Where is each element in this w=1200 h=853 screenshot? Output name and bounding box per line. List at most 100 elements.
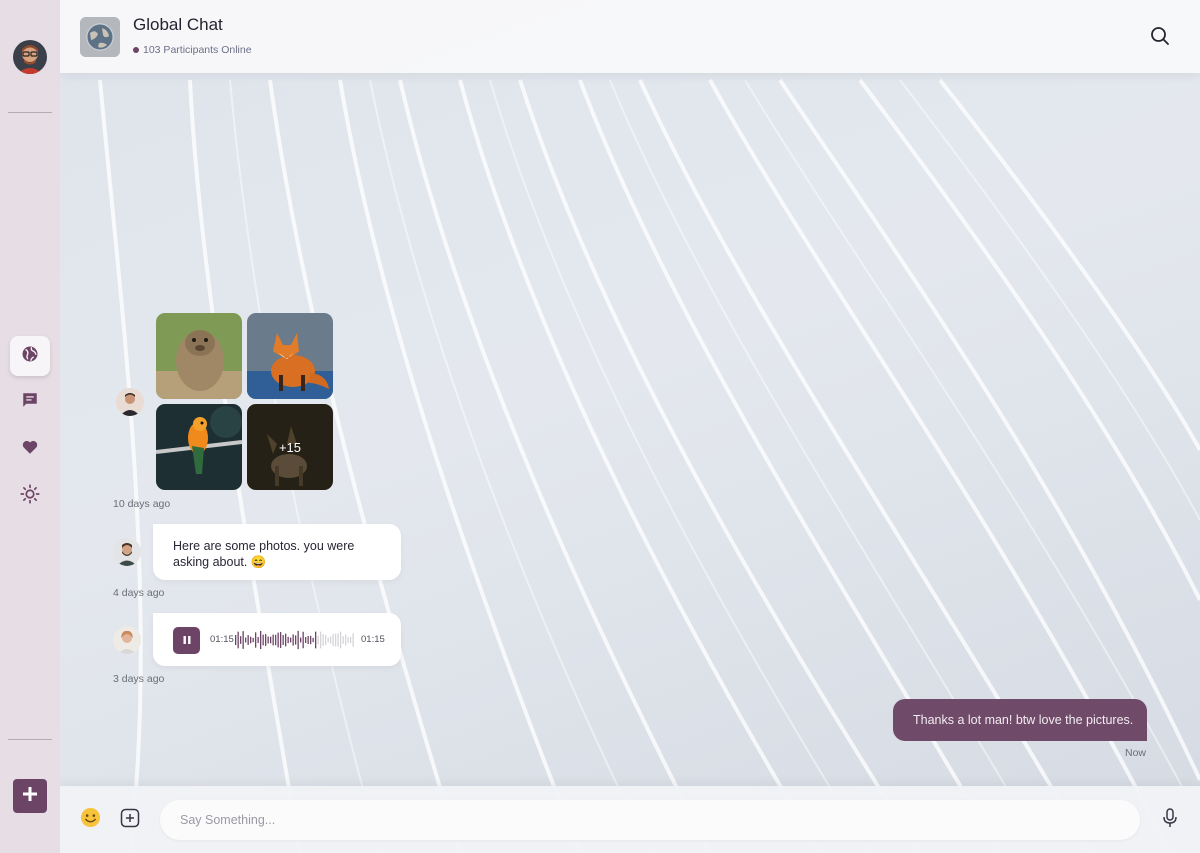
- participants-count: 103 Participants Online: [143, 44, 252, 56]
- waveform-bar: [300, 637, 302, 643]
- waveform-bar: [317, 635, 319, 645]
- more-photos-count: +15: [278, 439, 302, 455]
- chat-title: Global Chat: [133, 15, 223, 34]
- waveform-bar: [270, 636, 272, 644]
- waveform-bar: [292, 634, 294, 646]
- waveform-bar: [285, 633, 287, 647]
- pause-icon: [182, 632, 192, 650]
- waveform-bar: [267, 636, 269, 644]
- waveform-bar: [252, 637, 254, 643]
- photo-more[interactable]: +15: [247, 404, 333, 490]
- nav-theme[interactable]: [10, 476, 50, 516]
- plus-icon: [22, 786, 38, 807]
- audio-waveform[interactable]: [235, 628, 355, 652]
- waveform-bar: [290, 637, 292, 643]
- emoji-button[interactable]: [79, 807, 101, 833]
- waveform-bar: [255, 632, 257, 648]
- sidebar: [0, 0, 60, 853]
- waveform-bar: [325, 635, 327, 645]
- pause-button[interactable]: [173, 627, 200, 654]
- waveform-bar: [335, 633, 337, 647]
- message-time: 3 days ago: [113, 673, 165, 685]
- search-icon: [1150, 27, 1170, 50]
- waveform-bar: [310, 635, 312, 645]
- add-attachment-icon: [120, 808, 140, 833]
- sender-avatar[interactable]: [113, 626, 141, 654]
- own-message-text: Thanks a lot man! btw love the pictures.: [913, 713, 1134, 727]
- group-avatar[interactable]: [80, 17, 120, 57]
- search-button[interactable]: [1150, 26, 1170, 46]
- waveform-bar: [280, 632, 282, 648]
- waveform-bar: [265, 634, 267, 646]
- waveform-bar: [337, 633, 339, 647]
- own-message-bubble: Thanks a lot man! btw love the pictures.: [893, 699, 1147, 741]
- attach-button[interactable]: [119, 808, 141, 833]
- waveform-bar: [342, 636, 344, 644]
- waveform-bar: [247, 635, 249, 645]
- new-chat-button[interactable]: [13, 779, 47, 813]
- waveform-bar: [305, 637, 307, 643]
- chat-panel: Global Chat 103 Participants Online +15 …: [60, 0, 1200, 853]
- waveform-bar: [262, 634, 264, 646]
- nav-global-chat[interactable]: [10, 336, 50, 376]
- photo-grid: +15: [156, 313, 333, 490]
- own-message-time: Now: [1125, 747, 1147, 759]
- waveform-bar: [347, 636, 349, 644]
- message-input-wrapper: [160, 800, 1140, 840]
- waveform-bar: [307, 636, 309, 644]
- waveform-bar: [245, 637, 247, 643]
- emoji-icon: [80, 807, 101, 833]
- waveform-bar: [320, 631, 322, 649]
- sidebar-divider: [8, 739, 52, 740]
- waveform-bar: [350, 636, 352, 644]
- waveform-bar: [340, 631, 342, 649]
- waveform-bar: [287, 636, 289, 644]
- chat-header: Global Chat 103 Participants Online: [60, 0, 1200, 73]
- waveform-bar: [312, 637, 314, 643]
- participants-status: 103 Participants Online: [133, 44, 252, 56]
- waveform-bar: [277, 632, 279, 648]
- sidebar-divider: [8, 112, 52, 113]
- sun-icon: [20, 483, 40, 509]
- microphone-icon: [1161, 807, 1179, 833]
- chat-icon: [21, 391, 39, 414]
- online-dot: [133, 47, 139, 53]
- message-text: Here are some photos. you were asking ab…: [173, 539, 355, 569]
- nav-favorites[interactable]: [10, 429, 50, 469]
- message-input[interactable]: [160, 800, 1140, 840]
- waveform-bar: [322, 634, 324, 646]
- waveform-bar: [315, 631, 317, 649]
- waveform-bar: [297, 630, 299, 650]
- waveform-bar: [302, 631, 304, 649]
- waveform-bar: [345, 634, 347, 646]
- waveform-bar: [272, 634, 274, 646]
- waveform-bar: [250, 636, 252, 644]
- voice-elapsed: 01:15: [210, 634, 234, 645]
- waveform-bar: [257, 636, 259, 644]
- nav-messages[interactable]: [10, 382, 50, 422]
- waveform-bar: [330, 636, 332, 644]
- waveform-bar: [352, 633, 354, 647]
- photo-marmot[interactable]: [156, 313, 242, 399]
- message-bubble: Here are some photos. you were asking ab…: [153, 524, 401, 580]
- waveform-bar: [332, 633, 334, 647]
- waveform-bar: [275, 634, 277, 646]
- waveform-bar: [240, 636, 242, 644]
- sender-avatar[interactable]: [116, 388, 144, 416]
- waveform-bar: [295, 635, 297, 645]
- waveform-bar: [260, 630, 262, 650]
- waveform-bar: [242, 631, 244, 649]
- voice-message: 01:15 01:15: [153, 613, 401, 666]
- sender-avatar[interactable]: [113, 538, 141, 566]
- message-composer: [60, 786, 1200, 853]
- user-avatar[interactable]: [13, 40, 47, 74]
- photo-fox[interactable]: [247, 313, 333, 399]
- heart-icon: [21, 438, 39, 461]
- message-time: 10 days ago: [113, 498, 171, 510]
- waveform-bar: [237, 631, 239, 649]
- voice-duration: 01:15: [361, 634, 385, 645]
- voice-record-button[interactable]: [1159, 807, 1181, 833]
- waveform-bar: [327, 637, 329, 643]
- photo-parrot[interactable]: [156, 404, 242, 490]
- globe-icon: [21, 345, 39, 368]
